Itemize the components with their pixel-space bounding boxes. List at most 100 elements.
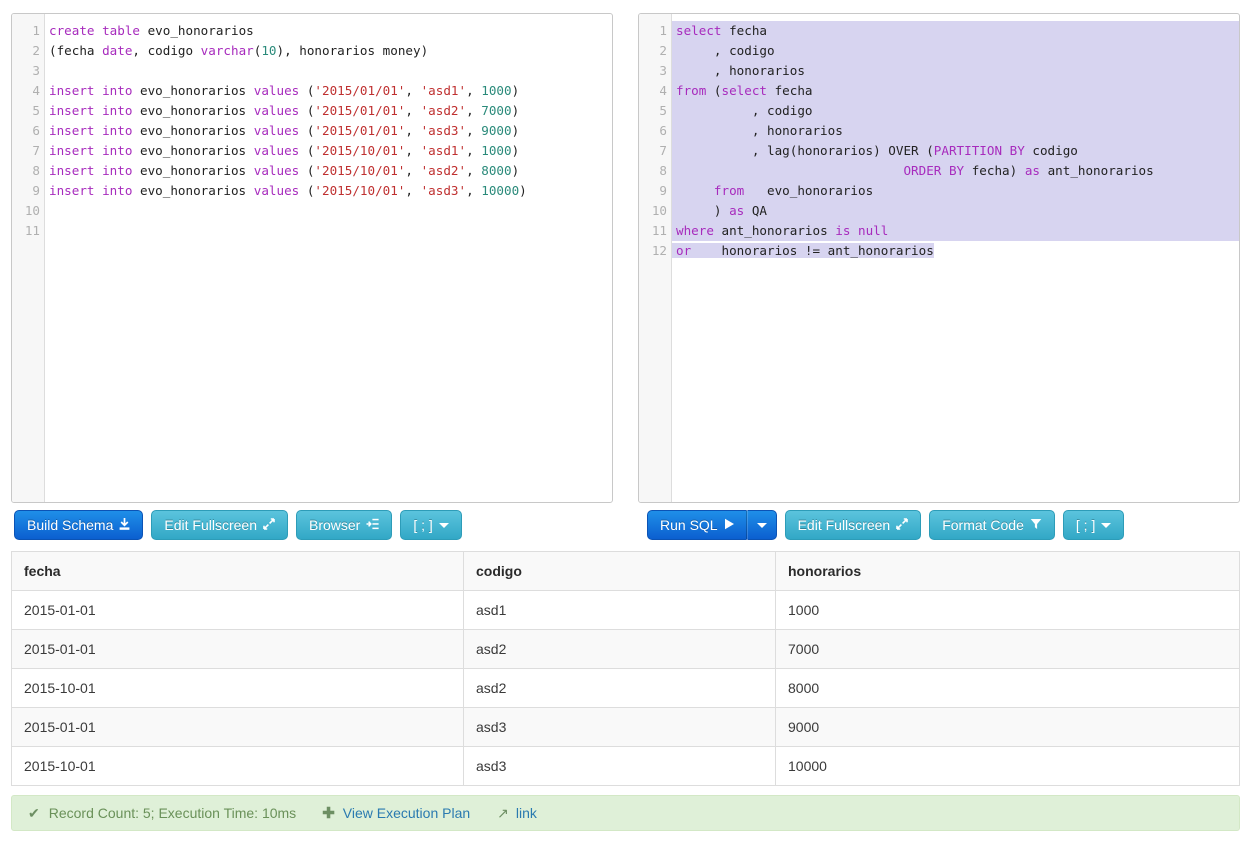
query-line-number-gutter: 1 2 3 4 5 6 7 8 9 10 11 12 (639, 14, 672, 502)
results-table-head: fecha codigo honorarios (11, 551, 1240, 591)
code-line: or honorarios != ant_honorarios (672, 241, 1239, 261)
code-token: , (405, 163, 421, 178)
build-schema-button[interactable]: Build Schema (14, 510, 144, 540)
browser-button[interactable]: Browser (295, 510, 393, 540)
run-sql-label: Run SQL (660, 517, 718, 533)
view-execution-plan-link[interactable]: View Execution Plan (343, 805, 470, 821)
code-token: 8000 (481, 163, 512, 178)
code-token: '2015/01/01' (314, 83, 406, 98)
run-sql-button[interactable]: Run SQL (647, 510, 747, 540)
line-number: 11 (24, 223, 40, 238)
code-token: ( (299, 83, 315, 98)
code-line: from (select fecha (672, 81, 1239, 101)
code-token: ) (676, 203, 730, 218)
code-token: insert into (49, 163, 133, 178)
code-token: 1000 (481, 83, 512, 98)
schema-codemirror[interactable]: 1 2 3 4 5 6 7 8 9 10 11 create table evo_honorario… (12, 14, 612, 502)
code-token: fecha (721, 23, 767, 38)
code-line-content: , honorarios (672, 123, 843, 138)
code-token: ) (511, 143, 520, 158)
code-token: '2015/10/01' (314, 143, 406, 158)
code-token: as (1024, 163, 1040, 178)
line-number: 7 (32, 143, 40, 158)
plus-icon: ✚ (322, 805, 335, 822)
code-token: values (253, 83, 300, 98)
code-token: , codigo (676, 43, 775, 58)
schema-edit-fullscreen-label: Edit Fullscreen (164, 517, 257, 533)
expand-arrows-icon (896, 518, 908, 532)
line-number: 4 (659, 83, 667, 98)
code-line: , lag(honorarios) OVER (PARTITION BY cod… (672, 141, 1239, 161)
code-token: ( (299, 163, 315, 178)
schema-separator-button[interactable]: [ ; ] (400, 510, 462, 540)
run-sql-split-button: Run SQL (647, 510, 777, 540)
line-number: 1 (659, 23, 667, 38)
browser-label: Browser (308, 517, 361, 533)
query-editor-panel[interactable]: 1 2 3 4 5 6 7 8 9 10 11 12 select fecha , codigo , … (638, 13, 1240, 503)
query-edit-fullscreen-button[interactable]: Edit Fullscreen (784, 510, 922, 540)
code-line: insert into evo_honorarios values ('2015… (49, 81, 612, 101)
code-line-content: , codigo (672, 103, 813, 118)
format-code-button[interactable]: Format Code (929, 510, 1055, 540)
code-token: , (466, 83, 482, 98)
code-line: from evo_honorarios (672, 181, 1239, 201)
code-token: '2015/10/01' (314, 183, 406, 198)
query-separator-label: [ ; ] (1075, 517, 1096, 533)
share-link[interactable]: link (516, 805, 537, 821)
code-token: evo_honorarios (132, 163, 254, 178)
code-token: 10 (261, 43, 277, 58)
build-schema-label: Build Schema (27, 517, 114, 533)
line-number: 1 (32, 23, 40, 38)
query-code-area[interactable]: select fecha , codigo , honorarios from (… (672, 14, 1239, 502)
code-token: is null (835, 223, 889, 238)
chevron-down-icon (438, 522, 449, 528)
code-token: 'asd1' (420, 143, 467, 158)
table-cell-fecha: 2015-10-01 (11, 668, 464, 708)
play-icon (724, 518, 735, 532)
line-number: 7 (659, 143, 667, 158)
sqlfiddle-page: 1 2 3 4 5 6 7 8 9 10 11 create table evo_honorario… (0, 0, 1251, 855)
code-token: insert into (49, 183, 133, 198)
editors-row: 1 2 3 4 5 6 7 8 9 10 11 create table evo_honorario… (11, 13, 1240, 503)
code-token: ant_honorarios (713, 223, 836, 238)
code-token: 'asd1' (420, 83, 467, 98)
query-separator-button[interactable]: [ ; ] (1062, 510, 1125, 540)
results-table-body: 2015-01-01 asd1 1000 2015-01-01 asd2 7000 2015… (11, 590, 1240, 786)
line-number: 9 (659, 183, 667, 198)
schema-line-number-gutter: 1 2 3 4 5 6 7 8 9 10 11 (12, 14, 45, 502)
line-number: 4 (32, 83, 40, 98)
code-token: evo_honorarios (140, 23, 254, 38)
run-sql-dropdown-button[interactable] (746, 510, 777, 540)
code-token: or (676, 243, 692, 258)
line-number: 9 (32, 183, 40, 198)
line-number: 8 (32, 163, 40, 178)
schema-toolbar: Build Schema Edit Fullscreen Browser [;… (14, 510, 462, 540)
schema-edit-fullscreen-button[interactable]: Edit Fullscreen (151, 510, 288, 540)
code-token: ( (299, 183, 315, 198)
filter-icon (1030, 518, 1042, 532)
code-line-content: or honorarios != ant_honorarios (672, 243, 934, 258)
query-codemirror[interactable]: 1 2 3 4 5 6 7 8 9 10 11 12 select fecha , codigo , … (639, 14, 1239, 502)
code-token: , honorarios (676, 123, 843, 138)
schema-code-area[interactable]: create table evo_honorarios (fecha date, … (45, 14, 612, 502)
table-cell-fecha: 2015-01-01 (11, 629, 464, 669)
schema-editor-panel[interactable]: 1 2 3 4 5 6 7 8 9 10 11 create table evo_honorario… (11, 13, 613, 503)
line-number: 5 (32, 103, 40, 118)
line-number: 5 (659, 103, 667, 118)
code-token: ( (299, 143, 315, 158)
code-token: select (721, 83, 768, 98)
code-line-content: from evo_honorarios (672, 183, 873, 198)
code-token: select (676, 23, 722, 38)
table-cell-fecha: 2015-10-01 (11, 746, 464, 786)
code-token: , (405, 123, 421, 138)
table-cell-codigo: asd2 (463, 629, 776, 669)
code-token: fecha) (964, 163, 1025, 178)
table-cell-codigo: asd3 (463, 746, 776, 786)
code-token: 7000 (481, 103, 512, 118)
code-token: , (466, 143, 482, 158)
code-token: ( (299, 123, 315, 138)
code-token: , (466, 183, 482, 198)
table-row: 2015-10-01 asd2 8000 (11, 668, 1240, 708)
code-line: , codigo (672, 101, 1239, 121)
